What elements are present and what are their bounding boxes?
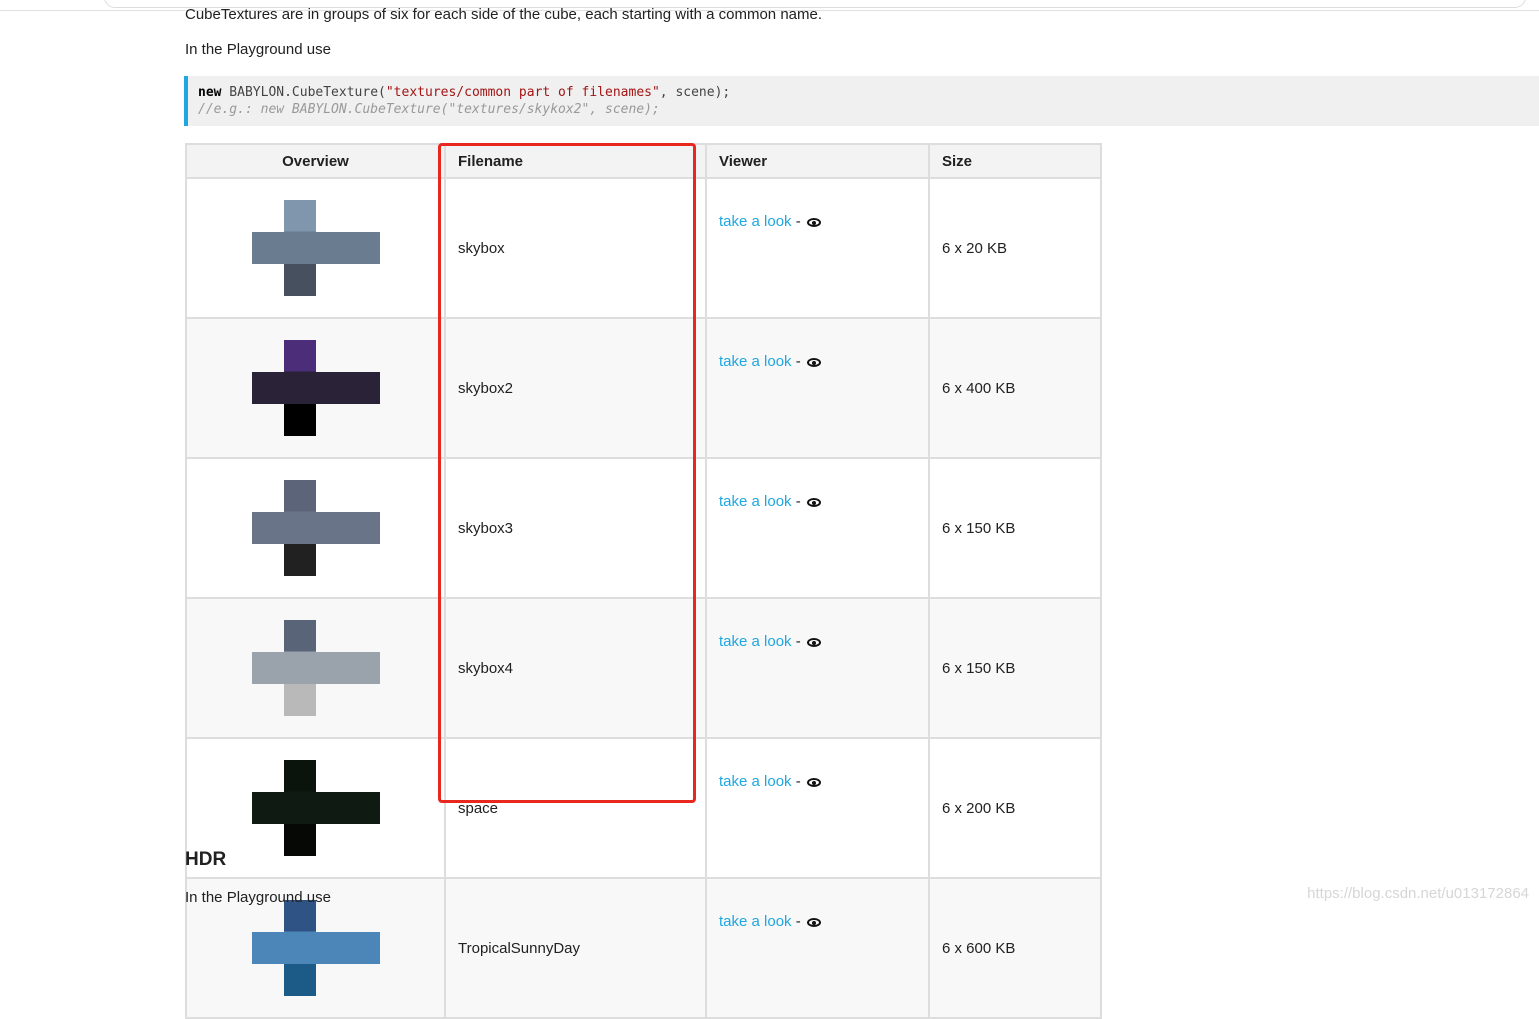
hdr-heading: HDR [185,849,227,870]
take-a-look-link[interactable]: take a look [719,633,792,650]
table-row: skybox4 take a look - 6 x 150 KB [185,597,1102,739]
table-row: skybox take a look - 6 x 20 KB [185,177,1102,319]
thumbnail-horizontal [251,652,380,684]
table-header-row: Overview Filename Viewer Size [185,143,1102,179]
playground-paragraph-hdr: In the Playground use [185,889,331,906]
viewer-cell: take a look - [705,597,930,739]
code-keyword: new [198,85,222,100]
code-call: BABYLON.CubeTexture( [221,85,386,100]
eye-icon[interactable] [806,497,821,507]
table-row: skybox2 take a look - 6 x 400 KB [185,317,1102,459]
size-cell: 6 x 20 KB [928,177,1102,319]
viewer-separator: - [795,493,801,510]
table-row: space take a look - 6 x 200 KB [185,737,1102,879]
take-a-look-link[interactable]: take a look [719,493,792,510]
thumbnail-horizontal [251,512,380,544]
cubemap-thumbnail [251,760,380,856]
size-cell: 6 x 400 KB [928,317,1102,459]
header-viewer: Viewer [705,143,930,179]
eye-icon[interactable] [806,357,821,367]
take-a-look-link[interactable]: take a look [719,353,792,370]
viewer-cell: take a look - [705,737,930,879]
viewer-separator: - [795,773,801,790]
cubemap-thumbnail [251,340,380,436]
viewer-cell: take a look - [705,317,930,459]
code-block: new BABYLON.CubeTexture("textures/common… [184,76,1539,126]
code-line-1: new BABYLON.CubeTexture("textures/common… [198,84,1529,101]
intro-paragraph: CubeTextures are in groups of six for ea… [185,6,823,23]
cubemap-thumbnail [251,620,380,716]
code-end: , scene); [659,85,731,100]
thumbnail-horizontal [251,792,380,824]
code-comment: //e.g.: new BABYLON.CubeTexture("texture… [198,102,660,117]
filename-cell: skybox3 [444,457,707,599]
viewer-separator: - [795,213,801,230]
viewer-cell: take a look - [705,877,930,1019]
size-cell: 6 x 200 KB [928,737,1102,879]
overview-cell [185,317,446,459]
take-a-look-link[interactable]: take a look [719,213,792,230]
viewer-separator: - [795,353,801,370]
overview-cell [185,457,446,599]
size-cell: 6 x 600 KB [928,877,1102,1019]
overview-cell [185,177,446,319]
playground-paragraph: In the Playground use [185,41,331,58]
filename-cell: skybox [444,177,707,319]
filename-cell: skybox4 [444,597,707,739]
filename-cell: space [444,737,707,879]
take-a-look-link[interactable]: take a look [719,913,792,930]
header-filename: Filename [444,143,707,179]
eye-icon[interactable] [806,777,821,787]
cubemap-thumbnail [251,900,380,996]
table-row: skybox3 take a look - 6 x 150 KB [185,457,1102,599]
thumbnail-horizontal [251,932,380,964]
thumbnail-horizontal [251,372,380,404]
eye-icon[interactable] [806,637,821,647]
cubemap-thumbnail [251,200,380,296]
size-cell: 6 x 150 KB [928,597,1102,739]
viewer-cell: take a look - [705,177,930,319]
viewer-separator: - [795,913,801,930]
cubemap-thumbnail [251,480,380,576]
overview-cell [185,597,446,739]
header-overview: Overview [185,143,446,179]
viewer-separator: - [795,633,801,650]
filename-cell: skybox2 [444,317,707,459]
size-cell: 6 x 150 KB [928,457,1102,599]
eye-icon[interactable] [806,217,821,227]
code-string: "textures/common part of filenames" [385,85,660,100]
viewer-cell: take a look - [705,457,930,599]
thumbnail-horizontal [251,232,380,264]
watermark: https://blog.csdn.net/u013172864 [1307,885,1529,902]
filename-cell: TropicalSunnyDay [444,877,707,1019]
take-a-look-link[interactable]: take a look [719,773,792,790]
eye-icon[interactable] [806,917,821,927]
header-size: Size [928,143,1102,179]
